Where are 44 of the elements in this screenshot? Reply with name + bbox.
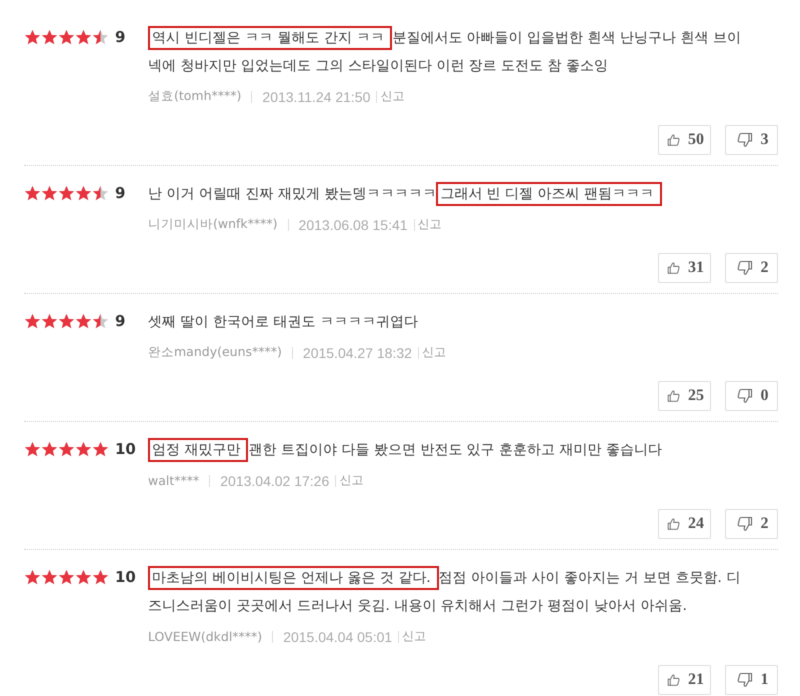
rating-score: 10 <box>115 440 136 458</box>
comment-text: 역시 빈디젤은 ㅋㅋ 뭘해도 간지 ㅋㅋ 분질에서도 아빠들이 입을법한 흰색 난닝구나 흰색 브이넥에 청바지만 입었는데도 그의 스타일이된다 이런 장르 도전도 참 좋소잉 <box>148 24 778 80</box>
like-button[interactable]: 50 <box>658 125 711 155</box>
like-button[interactable]: 24 <box>658 509 711 539</box>
rating-score: 10 <box>115 568 136 586</box>
thumbs-up-icon <box>667 260 680 276</box>
like-button[interactable]: 21 <box>658 665 711 695</box>
comment-text: 셋째 딸이 한국어로 태권도 ㅋㅋㅋㅋ귀엽다 <box>148 313 419 332</box>
rating-score: 9 <box>115 28 126 46</box>
comment-text: 마초남의 베이비시팅은 언제나 옳은 것 같다. 점점 아이들과 사이 좋아지는 거 보면 흐뭇함. 디즈니스러움이 곳곳에서 드러나서 웃김. 내용이 유치해서 그런가 평점이 낮아서 아쉬움. <box>148 564 778 620</box>
dislike-button[interactable]: 2 <box>725 509 778 539</box>
thumbs-up-icon <box>667 672 680 688</box>
like-button[interactable]: 31 <box>658 253 711 283</box>
thumbs-down-icon <box>736 672 752 688</box>
thumbs-down-icon <box>736 516 752 532</box>
comment-date: 2015.04.04 05:01 <box>283 628 392 644</box>
thumbs-down-icon <box>736 388 752 404</box>
comment-date: 2015.04.27 18:32 <box>302 344 412 360</box>
comment-date: 2013.06.08 15:41 <box>298 216 408 232</box>
highlight-box: 역시 빈디젤은 ㅋㅋ 뭘해도 간지 ㅋㅋ <box>148 26 392 50</box>
author-name: 니기미시바(wnfk****) <box>148 216 278 233</box>
comment-date: 2013.11.24 21:50 <box>262 88 370 104</box>
like-button[interactable]: 25 <box>658 381 711 411</box>
comment-date: 2013.04.02 17:26 <box>220 472 330 488</box>
thumbs-down-icon <box>736 260 752 276</box>
comment-text: 엄정 재밌구만 괜한 트집이야 다들 봤으면 반전도 있구 훈훈하고 재미만 좋습니다 <box>148 436 778 464</box>
highlight-box: 엄정 재밌구만 <box>148 438 248 462</box>
highlight-box: 그래서 빈 디젤 아즈씨 팬됨ㅋㅋㅋ <box>436 182 662 206</box>
author-name: walt**** <box>148 473 200 488</box>
dislike-button[interactable]: 2 <box>725 253 778 283</box>
author-name: 설효(tomh****) <box>148 88 242 105</box>
rating-score: 9 <box>115 184 126 202</box>
author-name: 완소mandy(euns****) <box>148 344 282 361</box>
author-name: LOVEEW(dkdl****) <box>148 629 262 644</box>
comment-text: 난 이거 어릴때 진짜 재밌게 봤는뎅ㅋㅋㅋㅋㅋ 그래서 빈 디젤 아즈씨 팬됨ㅋㅋㅋ <box>148 180 778 208</box>
highlight-box: 마초남의 베이비시팅은 언제나 옳은 것 같다. <box>148 566 439 590</box>
rating-score: 9 <box>115 312 126 330</box>
thumbs-up-icon <box>667 516 680 532</box>
thumbs-up-icon <box>667 132 680 148</box>
dislike-button[interactable]: 1 <box>725 665 778 695</box>
dislike-button[interactable]: 3 <box>725 125 778 155</box>
dislike-button[interactable]: 0 <box>725 381 778 411</box>
thumbs-down-icon <box>736 132 752 148</box>
thumbs-up-icon <box>667 388 680 404</box>
